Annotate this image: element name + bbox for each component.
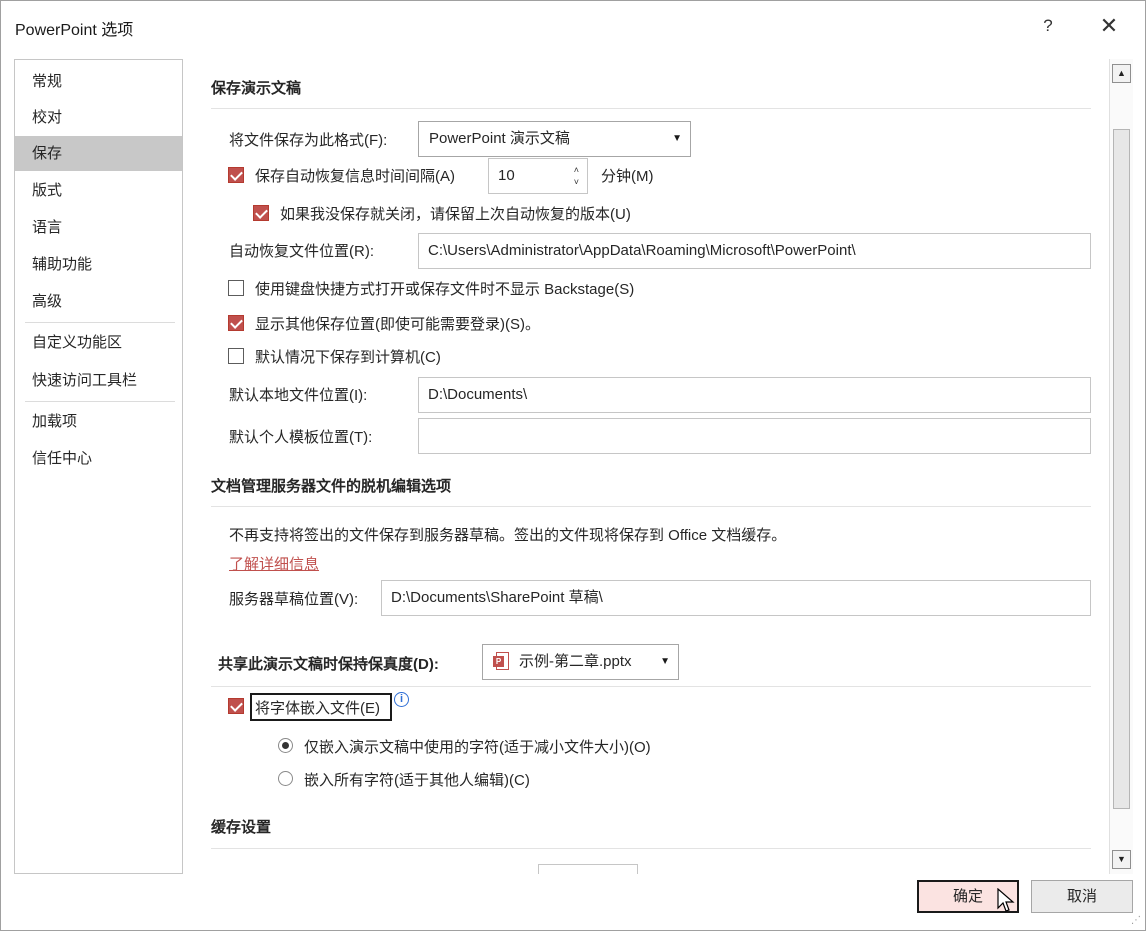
section-divider (211, 506, 1091, 507)
drafts-location-label: 服务器草稿位置(V): (229, 591, 359, 608)
dialog-title: PowerPoint 选项 (15, 22, 134, 39)
template-location-label: 默认个人模板位置(T): (229, 429, 373, 446)
local-location-label: 默认本地文件位置(I): (229, 387, 368, 404)
local-location-input[interactable]: D:\Documents\ (418, 377, 1091, 413)
learn-more-link[interactable]: 了解详细信息 (229, 553, 319, 574)
vertical-scrollbar[interactable]: ▲ ▼ (1109, 59, 1133, 874)
embed-used-chars-label: 仅嵌入演示文稿中使用的字符(适于减小文件大小)(O) (304, 739, 651, 756)
nav-item-language[interactable]: 语言 (15, 210, 182, 245)
nav-divider (25, 322, 175, 323)
template-location-input[interactable] (418, 418, 1091, 454)
no-backstage-label: 使用键盘快捷方式打开或保存文件时不显示 Backstage(S) (255, 281, 635, 298)
chevron-down-icon: ▼ (672, 133, 682, 144)
format-label: 将文件保存为此格式(F): (229, 132, 388, 149)
title-bar: PowerPoint 选项 ? ✕ (1, 1, 1145, 53)
section-divider (211, 108, 1091, 109)
save-to-computer-label: 默认情况下保存到计算机(C) (255, 349, 441, 366)
scroll-thumb[interactable] (1113, 129, 1130, 809)
nav-item-proofing[interactable]: 校对 (15, 100, 182, 135)
save-format-value: PowerPoint 演示文稿 (429, 130, 570, 147)
resize-grip-icon[interactable]: ⋰ (1131, 915, 1141, 926)
autorecover-minutes-spinner[interactable]: 10 ˄ ˅ (488, 158, 588, 194)
scroll-up-icon[interactable]: ▲ (1112, 64, 1131, 83)
nav-item-trust-center[interactable]: 信任中心 (15, 441, 182, 476)
no-backstage-checkbox[interactable] (228, 280, 244, 296)
nav-item-general[interactable]: 常规 (15, 64, 182, 99)
cache-days-spinner[interactable] (538, 864, 638, 874)
keep-last-version-label: 如果我没保存就关闭，请保留上次自动恢复的版本(U) (280, 206, 631, 223)
powerpoint-options-dialog: PowerPoint 选项 ? ✕ 常规 校对 保存 版式 语言 辅助功能 高级… (0, 0, 1146, 931)
help-button[interactable]: ? (1033, 11, 1063, 41)
keep-last-version-checkbox[interactable] (253, 205, 269, 221)
section-divider (211, 848, 1091, 849)
section-title-fidelity: 共享此演示文稿时保持保真度(D): (218, 656, 439, 673)
nav-item-layout[interactable]: 版式 (15, 173, 182, 208)
nav-item-save[interactable]: 保存 (15, 136, 182, 171)
section-title-cache: 缓存设置 (211, 819, 272, 836)
fidelity-file-value: 示例-第二章.pptx (519, 653, 632, 670)
section-title-offline: 文档管理服务器文件的脱机编辑选项 (211, 478, 452, 495)
info-icon[interactable]: i (394, 692, 409, 707)
nav-item-customize-ribbon[interactable]: 自定义功能区 (15, 325, 182, 360)
spin-down-icon[interactable]: ˅ (574, 178, 579, 187)
section-title-save: 保存演示文稿 (211, 80, 302, 97)
section-divider (211, 686, 1091, 687)
mouse-cursor-icon (997, 888, 1015, 912)
cancel-button[interactable]: 取消 (1031, 880, 1133, 913)
scroll-down-icon[interactable]: ▼ (1112, 850, 1131, 869)
nav-item-accessibility[interactable]: 辅助功能 (15, 247, 182, 282)
nav-item-advanced[interactable]: 高级 (15, 284, 182, 319)
embed-all-chars-radio[interactable] (278, 771, 293, 786)
spin-up-icon[interactable]: ˄ (574, 166, 579, 175)
autorecover-checkbox[interactable] (228, 167, 244, 183)
save-options-panel: 保存演示文稿 将文件保存为此格式(F): PowerPoint 演示文稿 ▼ 保… (191, 59, 1109, 874)
options-nav: 常规 校对 保存 版式 语言 辅助功能 高级 自定义功能区 快速访问工具栏 加载… (14, 59, 183, 874)
nav-divider (25, 401, 175, 402)
autorecover-location-input[interactable]: C:\Users\Administrator\AppData\Roaming\M… (418, 233, 1091, 269)
minutes-label: 分钟(M) (601, 168, 654, 185)
autorecover-location-label: 自动恢复文件位置(R): (229, 243, 374, 260)
embed-fonts-label: 将字体嵌入文件(E) (255, 700, 380, 717)
drafts-location-input[interactable]: D:\Documents\SharePoint 草稿\ (381, 580, 1091, 616)
show-additional-places-checkbox[interactable] (228, 315, 244, 331)
embed-used-chars-radio[interactable] (278, 738, 293, 753)
offline-notice: 不再支持将签出的文件保存到服务器草稿。签出的文件现将保存到 Office 文档缓… (229, 527, 787, 544)
nav-item-add-ins[interactable]: 加载项 (15, 404, 182, 439)
autorecover-minutes-value: 10 (498, 167, 515, 184)
chevron-down-icon: ▼ (660, 656, 670, 667)
save-to-computer-checkbox[interactable] (228, 348, 244, 364)
powerpoint-file-icon: P (493, 652, 509, 671)
nav-item-quick-access-toolbar[interactable]: 快速访问工具栏 (15, 363, 182, 398)
close-button[interactable]: ✕ (1091, 11, 1127, 41)
save-format-dropdown[interactable]: PowerPoint 演示文稿 ▼ (418, 121, 691, 157)
autorecover-label: 保存自动恢复信息时间间隔(A) (255, 168, 455, 185)
embed-fonts-checkbox[interactable] (228, 698, 244, 714)
embed-all-chars-label: 嵌入所有字符(适于其他人编辑)(C) (304, 772, 530, 789)
show-additional-places-label: 显示其他保存位置(即使可能需要登录)(S)。 (255, 316, 540, 333)
fidelity-file-dropdown[interactable]: P 示例-第二章.pptx ▼ (482, 644, 679, 680)
